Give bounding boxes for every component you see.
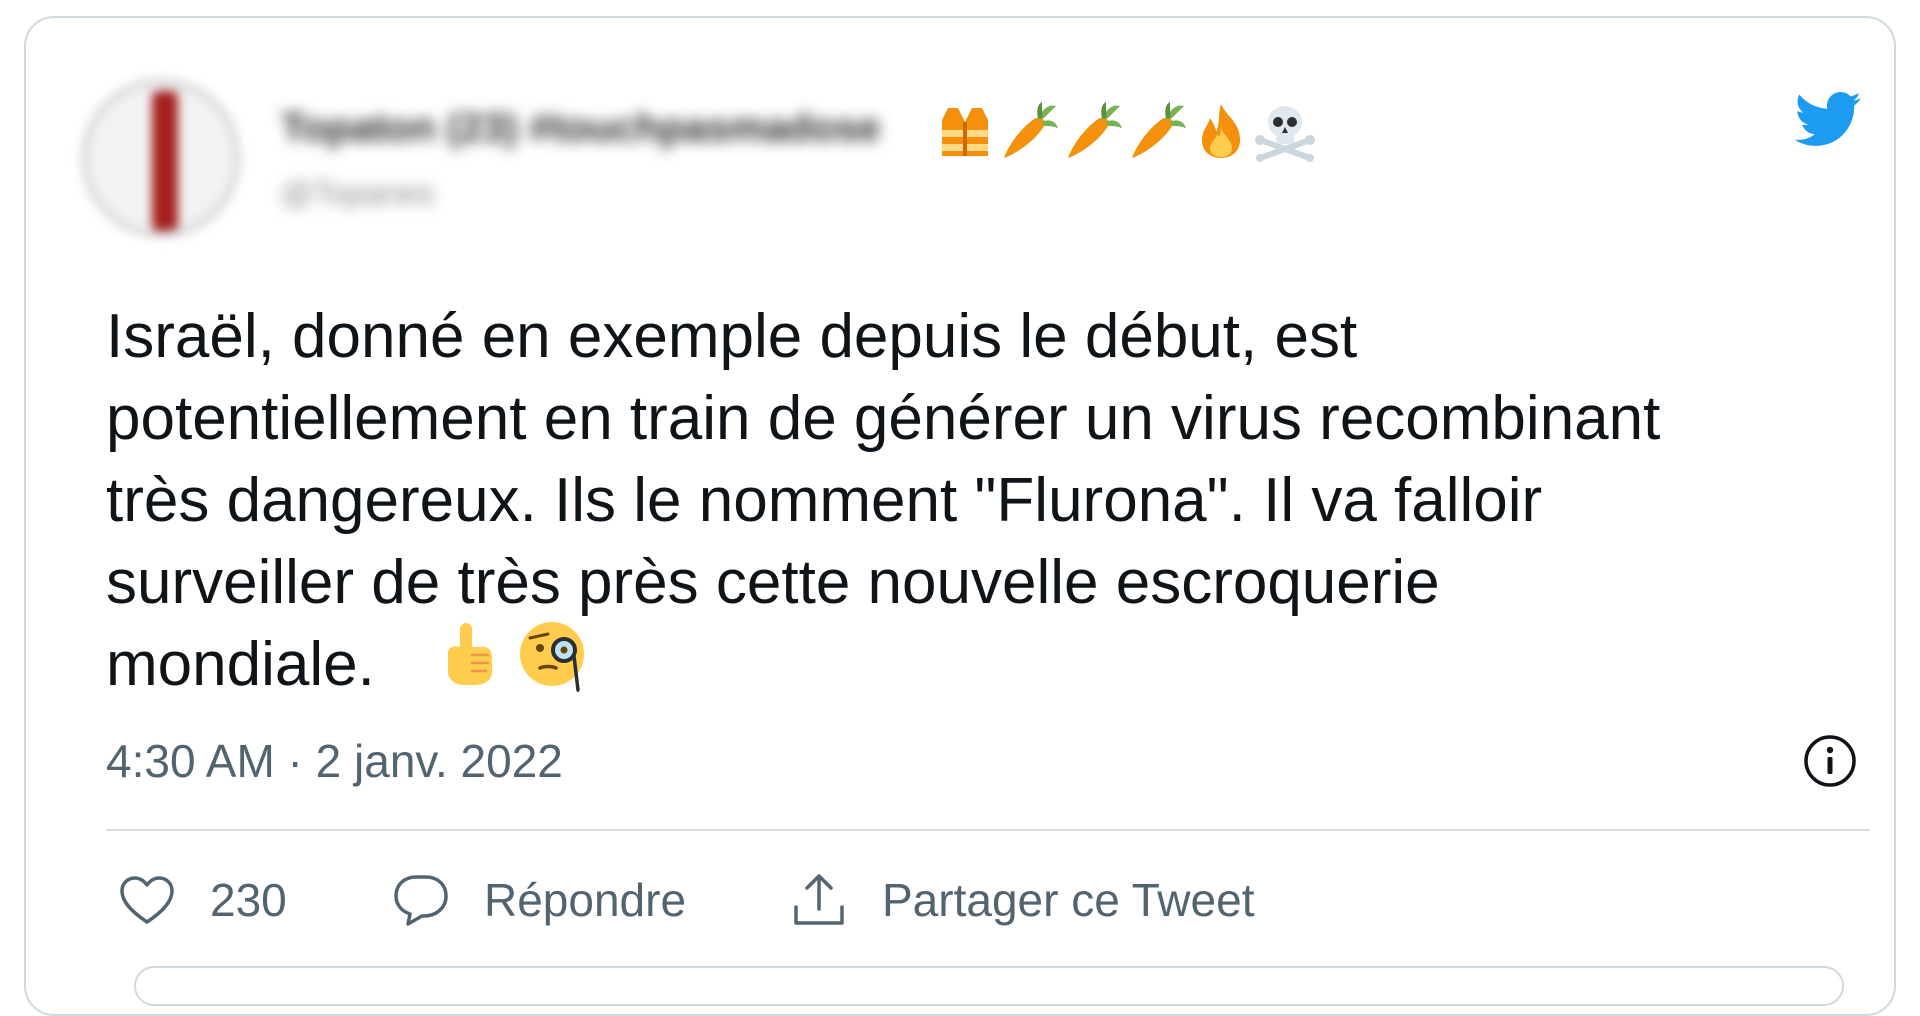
share-label: Partager ce Tweet — [882, 874, 1255, 926]
divider — [106, 829, 1870, 831]
avatar-image — [152, 91, 178, 231]
tweet-card[interactable]: Topaton (23) #touchpasmadose @Topanes Is… — [24, 16, 1896, 1016]
reply-button[interactable]: Répondre — [392, 870, 686, 930]
like-count: 230 — [210, 874, 287, 926]
fire-icon — [1202, 104, 1240, 158]
reply-bubble-icon — [394, 875, 448, 926]
carrot-icon — [1132, 102, 1186, 158]
tweet-text: Israël, donné en exemple depuis le début… — [106, 302, 1661, 699]
tweet-timestamp[interactable]: 4:30 AM · 2 janv. 2022 — [106, 733, 563, 789]
carrot-icon — [1068, 102, 1122, 158]
pointing-up-icon — [448, 623, 492, 685]
face-with-monocle-icon — [520, 622, 584, 692]
avatar[interactable] — [81, 78, 241, 238]
carrot-icon — [1004, 102, 1058, 158]
heart-icon — [120, 876, 174, 924]
twitter-logo-icon[interactable] — [1788, 84, 1866, 154]
share-button[interactable]: Partager ce Tweet — [790, 870, 1254, 930]
construction-worker-vest-icon — [942, 108, 988, 156]
name-emojis — [934, 96, 1316, 166]
author-handle[interactable]: @Topanes — [281, 173, 434, 213]
info-icon[interactable] — [1802, 733, 1858, 789]
read-replies-bar[interactable] — [134, 966, 1844, 1006]
share-upload-icon — [794, 874, 844, 925]
tweet-emojis — [438, 616, 594, 692]
like-button[interactable]: 230 — [118, 870, 287, 930]
reply-label: Répondre — [484, 874, 687, 926]
skull-crossbones-icon — [1255, 106, 1315, 162]
author-display-name[interactable]: Topaton (23) #touchpasmadose — [281, 100, 880, 156]
